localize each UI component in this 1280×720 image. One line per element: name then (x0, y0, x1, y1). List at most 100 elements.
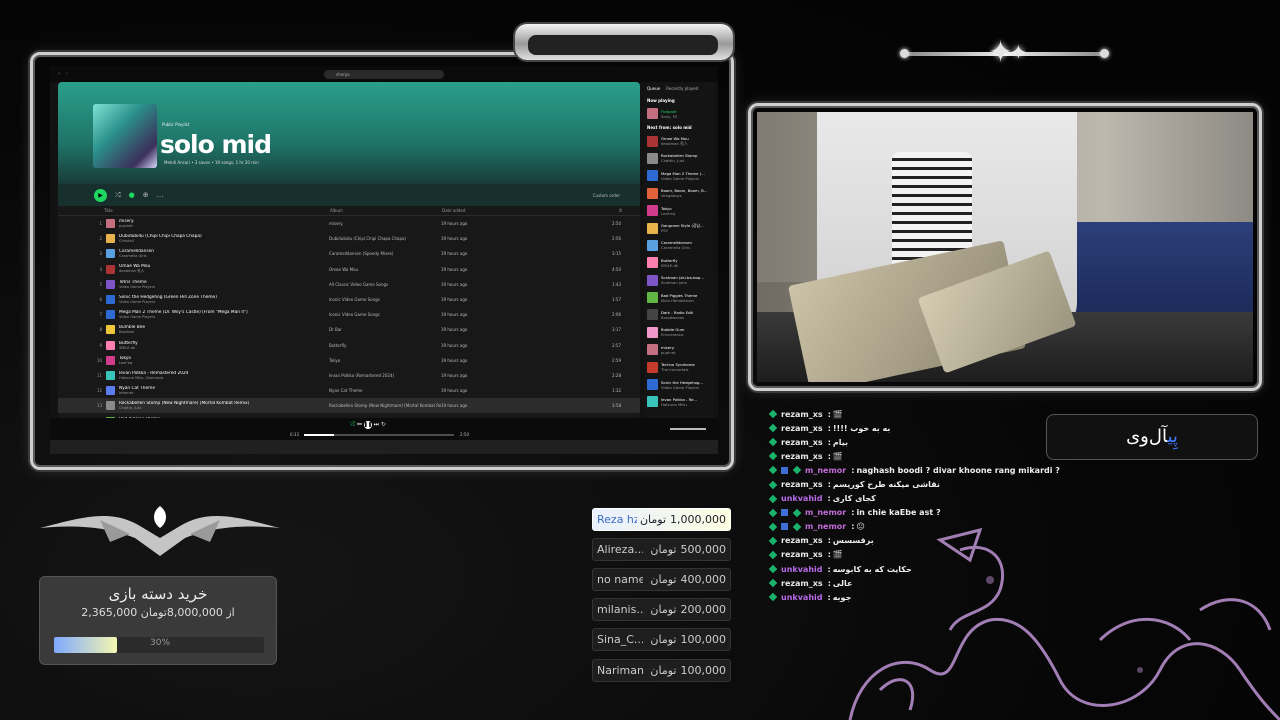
queue-item[interactable]: Scatman (ski-ba-bop... Scatman John (644, 272, 714, 289)
volume-slider[interactable] (670, 428, 706, 430)
goal-progress-bar: 30% (54, 637, 264, 653)
previous-icon[interactable]: ⏮ (357, 421, 362, 428)
queue-item[interactable]: Ievan Polkka - Re... Hatsune Miku (644, 393, 714, 410)
track-row[interactable]: 12 Nyan Cat Theme Internet Nyan Cat Theme 19… (58, 383, 640, 398)
donation-amount: 100,000 (680, 633, 727, 646)
track-artist[interactable]: SMiLE.dk (119, 346, 329, 350)
track-artist[interactable]: pupinet (119, 224, 329, 228)
chat-username[interactable]: unkvahid (781, 565, 823, 574)
track-row[interactable]: 5 Tetris Theme Video Game Players All Class… (58, 277, 640, 292)
track-artist[interactable]: Video Game Players (119, 315, 329, 319)
search-input[interactable]: sherpa (324, 69, 444, 79)
play-button[interactable]: ▶ (94, 188, 107, 202)
track-album[interactable]: Tokyo (329, 358, 441, 363)
queue-item[interactable]: Techno Syndrome The Immortals (644, 358, 714, 375)
chat-username[interactable]: rezam_xs (781, 480, 823, 489)
track-album[interactable]: Omae Wa Mou (329, 267, 441, 272)
column-title[interactable]: Title (104, 208, 330, 213)
queue-item[interactable]: Rockabellen Stomp Chattin, Just (644, 150, 714, 167)
queue-item[interactable]: Sonic the Hedgehog... Video Game Players (644, 376, 714, 393)
track-row[interactable]: 6 Sonic the Hedgehog (Green Hill Zone The… (58, 292, 640, 307)
queue-item[interactable]: Bubble Gum Emicaranco (644, 324, 714, 341)
chat-username[interactable]: m_nemor (805, 508, 846, 517)
more-icon[interactable]: … (157, 191, 164, 199)
column-date[interactable]: Date added (442, 208, 592, 213)
queue-item[interactable]: Tokyo Leat'eq (644, 202, 714, 219)
queue-item[interactable]: misery. pupinet (644, 341, 714, 358)
track-artist[interactable]: Chattin, Just (119, 406, 329, 410)
track-row[interactable]: 4 Omae Wa Mou deadman 死人 Omae Wa Mou 19 hour… (58, 262, 640, 277)
now-playing-item[interactable]: Flatpate Sony, FE (644, 105, 714, 122)
track-row[interactable]: 13 Rockabellen Stomp (New Nightmare) [Mor… (58, 398, 640, 414)
back-icon[interactable]: ‹ (58, 71, 60, 77)
track-album[interactable]: Iconic Video Game Songs (329, 297, 441, 302)
chat-username[interactable]: rezam_xs (781, 410, 823, 419)
chat-username[interactable]: rezam_xs (781, 550, 823, 559)
moderator-badge-icon (768, 494, 778, 503)
chat-username[interactable]: m_nemor (805, 466, 846, 475)
moderator-badge-icon (768, 550, 778, 560)
track-artist[interactable]: Video Game Players (119, 300, 329, 304)
queue-item-artist: Ilkka Hämäläinen (661, 297, 694, 303)
queue-item[interactable]: Omae Wa Mou deadman 死人 (644, 132, 714, 149)
queue-item[interactable]: Butterfly SMiLE.dk (644, 254, 714, 271)
track-artist[interactable]: Leat'eq (119, 361, 329, 365)
chat-username[interactable]: rezam_xs (781, 424, 823, 433)
chat-username[interactable]: rezam_xs (781, 579, 823, 588)
moderator-badge-icon (768, 452, 778, 461)
dragon-illustration (848, 527, 1280, 720)
track-album[interactable]: Rockabellen Stomp (New Nightmare) [Morta… (329, 403, 441, 408)
queue-item[interactable]: Bad Piggies Theme Ilkka Hämäläinen (644, 289, 714, 306)
chat-username[interactable]: unkvahid (781, 593, 823, 602)
track-row[interactable]: 11 Ievan Polkka - Remastered 2024 Hatsune … (58, 368, 640, 383)
track-row[interactable]: 10 Tokyo Leat'eq Tokyo 19 hours ago 2:59 (58, 353, 640, 368)
track-album[interactable]: Dr Bar (329, 327, 441, 332)
track-artist[interactable]: Internet (119, 391, 329, 395)
next-icon[interactable]: ⏭ (374, 421, 379, 428)
track-row[interactable]: 8 Bumble Bee Bambee Dr Bar 19 hours ago 3:17 (58, 322, 640, 337)
progress-track[interactable] (304, 434, 454, 436)
track-artist[interactable]: Bambee (119, 330, 329, 334)
repeat-icon[interactable]: ↻ (381, 421, 386, 428)
download-icon[interactable]: ⊕ (143, 191, 149, 199)
track-album[interactable]: Dubidubidu (Chipi Chipi Chapa Chapa) (329, 236, 441, 241)
sort-label[interactable]: Custom order (593, 193, 620, 198)
track-row[interactable]: 2 Dubidubidu (Chipi Chipi Chapa Chapa) Chr… (58, 231, 640, 246)
track-artist[interactable]: Hatsune Miku, Otomania (119, 376, 329, 380)
queue-item[interactable]: Mega Man 2 Theme (... Video Game Players (644, 167, 714, 184)
check-icon[interactable]: ● (129, 191, 135, 199)
column-album[interactable]: Album (330, 208, 442, 213)
track-artist[interactable]: Christell (119, 239, 329, 243)
player-bar: ⤮ ⏮ ❚❚ ⏭ ↻ 0:33 2:50 (50, 418, 718, 440)
chat-username[interactable]: rezam_xs (781, 452, 823, 461)
chat-username[interactable]: unkvahid (781, 494, 823, 503)
chat-username[interactable]: rezam_xs (781, 536, 823, 545)
track-row[interactable]: 7 Mega Man 2 Theme (Dr. Wily's Castle) [F… (58, 307, 640, 322)
queue-item[interactable]: Dark - Radio Edit Broadwaves (644, 306, 714, 323)
shuffle-icon[interactable]: ⤮ (115, 191, 121, 200)
track-album[interactable]: Nyan Cat Theme (329, 388, 441, 393)
track-row[interactable]: 9 Butterfly SMiLE.dk Butterfly 19 hours ago 2… (58, 338, 640, 353)
chat-username[interactable]: rezam_xs (781, 438, 823, 447)
track-artist[interactable]: Video Game Players (119, 285, 329, 289)
forward-icon[interactable]: › (66, 71, 68, 77)
track-album[interactable]: Iconic Video Game Songs (329, 312, 441, 317)
queue-item[interactable]: Caramelldansen Caramella Girls (644, 237, 714, 254)
playlist-cover[interactable] (93, 104, 157, 168)
track-artist[interactable]: deadman 死人 (119, 269, 329, 274)
track-album[interactable]: Butterfly (329, 343, 441, 348)
pause-icon[interactable]: ❚❚ (363, 421, 372, 429)
track-row[interactable]: 3 Caramelldansen Caramella Girls Caramellda… (58, 246, 640, 261)
queue-item-artist: Vengaboys (661, 193, 682, 199)
tab-recently-played[interactable]: Recently played (666, 86, 698, 91)
queue-item[interactable]: Gangnam Style (강남... PSY (644, 219, 714, 236)
tab-queue[interactable]: Queue (647, 86, 660, 91)
shuffle-icon[interactable]: ⤮ (350, 421, 355, 428)
track-album[interactable]: All Classic Video Game Songs (329, 282, 441, 287)
track-album[interactable]: Caramelldansen (Speedy Mixes) (329, 251, 441, 256)
track-album[interactable]: misery. (329, 221, 441, 226)
track-row[interactable]: 1 misery. pupinet misery. 19 hours ago 2:50 (58, 216, 640, 231)
queue-item[interactable]: Boom, Boom, Boom, B... Vengaboys (644, 185, 714, 202)
track-album[interactable]: Ievan Polkka (Remastered 2024) (329, 373, 441, 378)
track-artist[interactable]: Caramella Girls (119, 254, 329, 258)
